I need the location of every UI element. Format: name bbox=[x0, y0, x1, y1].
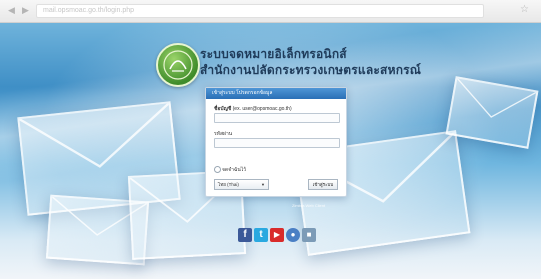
login-button[interactable]: เข้าสู่ระบบ bbox=[308, 179, 338, 190]
ministry-seal-icon bbox=[156, 43, 200, 87]
twitter-icon[interactable]: t bbox=[254, 228, 268, 242]
username-hint: (ex. user@opsmoac.go.th) bbox=[232, 106, 292, 112]
login-page-background: ระบบจดหมายอิเล็กทรอนิกส์ สำนักงานปลัดกระ… bbox=[0, 23, 541, 279]
login-panel: เข้าสู่ระบบ โปรดกรอกข้อมูล ชื่อบัญชี (ex… bbox=[205, 87, 347, 197]
footer-note: Zimbra Web Client bbox=[292, 203, 326, 208]
forward-arrow-icon[interactable]: ▶ bbox=[22, 5, 29, 16]
password-label: รหัสผ่าน bbox=[214, 131, 233, 137]
chevron-down-icon: ▼ bbox=[261, 182, 265, 187]
browser-toolbar: ◀ ▶ mail.opsmoac.go.th/login.php ☆ bbox=[0, 0, 541, 23]
youtube-icon[interactable]: ▶ bbox=[270, 228, 284, 242]
back-arrow-icon[interactable]: ◀ bbox=[8, 5, 15, 16]
site-title-line2: สำนักงานปลัดกระทรวงเกษตรและสหกรณ์ bbox=[200, 63, 422, 77]
remember-me-checkbox[interactable] bbox=[214, 166, 221, 173]
username-label-text: ชื่อบัญชี bbox=[214, 106, 232, 112]
address-bar[interactable]: mail.opsmoac.go.th/login.php bbox=[36, 4, 484, 18]
username-label: ชื่อบัญชี (ex. user@opsmoac.go.th) bbox=[214, 105, 292, 113]
bookmark-icon[interactable]: ■ bbox=[302, 228, 316, 242]
remember-me-label: จดจำฉันไว้ bbox=[222, 167, 247, 173]
username-field[interactable] bbox=[214, 113, 340, 123]
language-select-value: ไทย (Thai) bbox=[218, 182, 239, 187]
messenger-icon[interactable]: ● bbox=[286, 228, 300, 242]
language-select[interactable]: ไทย (Thai) ▼ bbox=[214, 179, 269, 190]
password-field[interactable] bbox=[214, 138, 340, 148]
facebook-icon[interactable]: f bbox=[238, 228, 252, 242]
bookmark-star-icon[interactable]: ☆ bbox=[520, 4, 529, 15]
login-panel-title: เข้าสู่ระบบ โปรดกรอกข้อมูล bbox=[206, 88, 346, 99]
